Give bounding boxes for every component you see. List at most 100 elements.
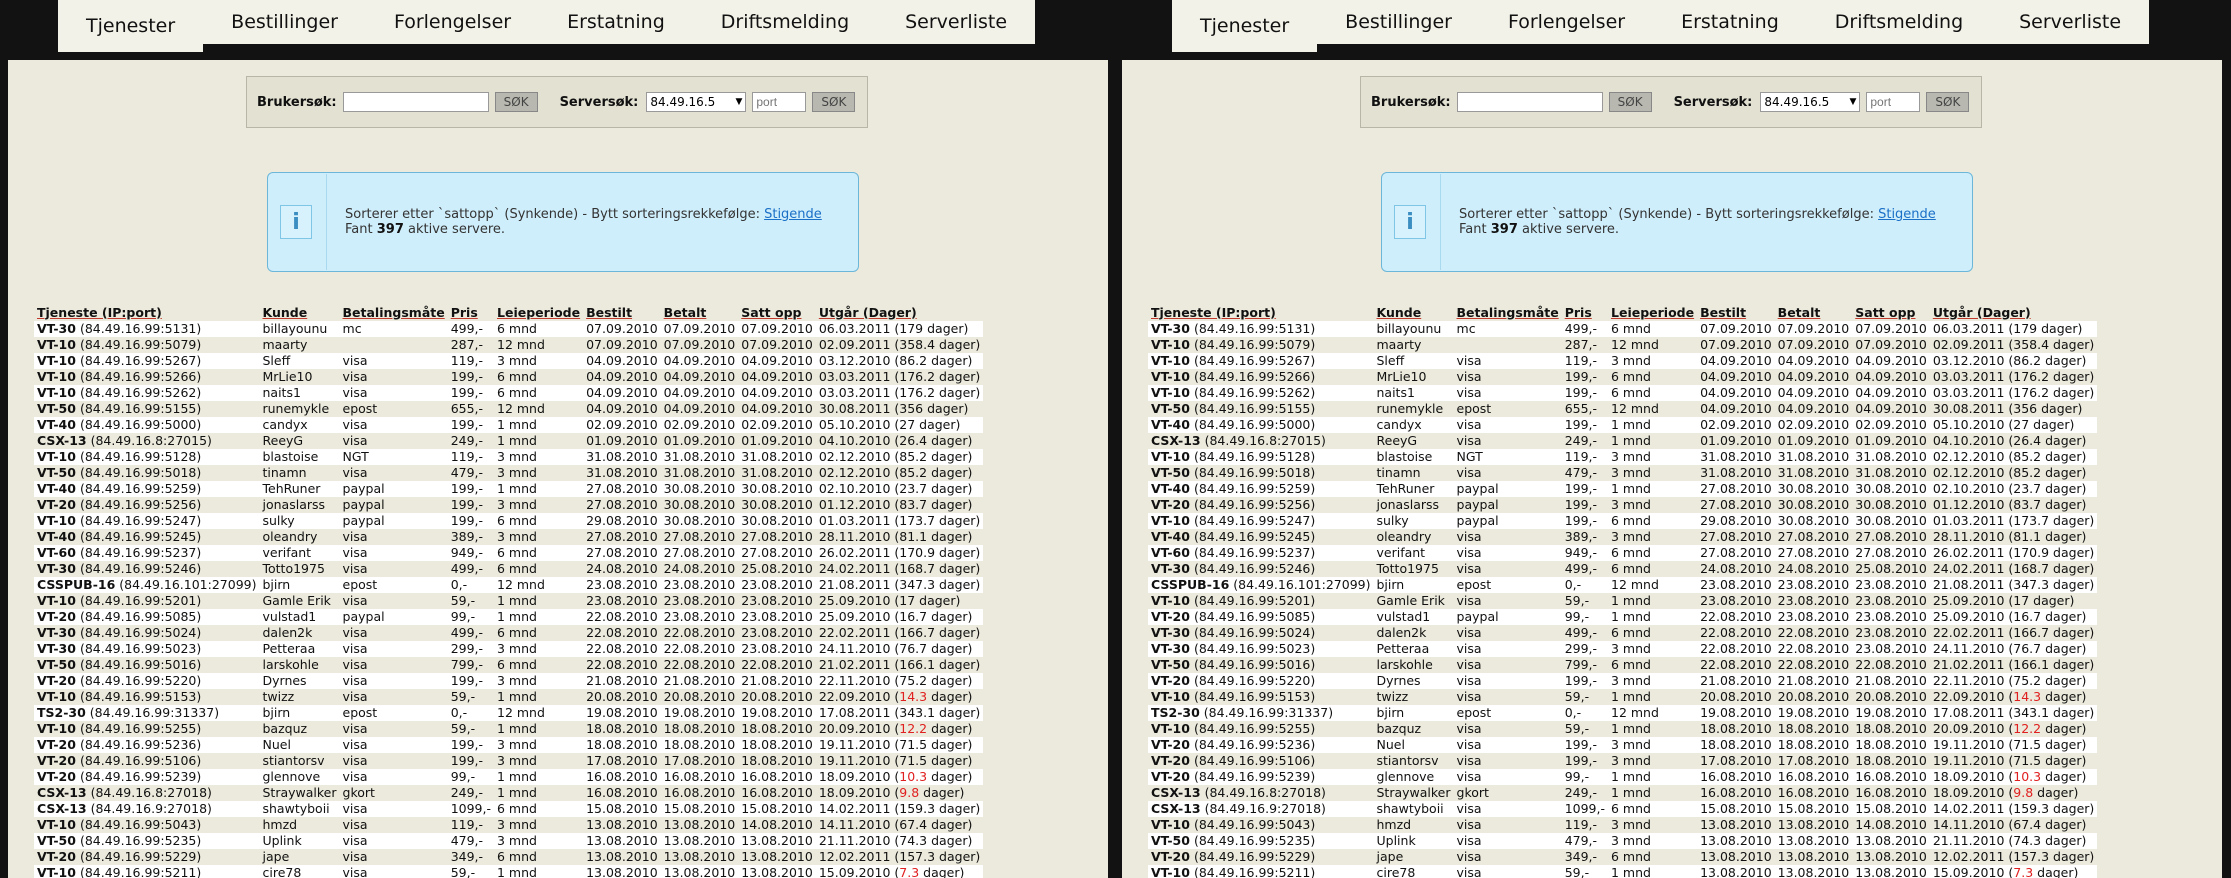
service-name[interactable]: VT-10 xyxy=(37,817,76,832)
customer-cell[interactable]: candyx xyxy=(259,417,340,433)
service-name[interactable]: CSSPUB-16 xyxy=(37,577,115,592)
customer-cell[interactable]: cire78 xyxy=(259,865,340,878)
customer-cell[interactable]: bazquz xyxy=(1373,721,1454,737)
tab-driftsmelding[interactable]: Driftsmelding xyxy=(1806,0,1992,44)
customer-cell[interactable]: sulky xyxy=(259,513,340,529)
server-select[interactable]: 84.49.16.5 ▼ xyxy=(646,92,747,112)
column-header[interactable]: Bestilt xyxy=(583,303,661,321)
service-name[interactable]: VT-50 xyxy=(1151,833,1190,848)
customer-cell[interactable]: hmzd xyxy=(259,817,340,833)
column-header[interactable]: Betalt xyxy=(661,303,739,321)
customer-cell[interactable]: Totto1975 xyxy=(259,561,340,577)
service-name[interactable]: CSX-13 xyxy=(37,433,87,448)
customer-cell[interactable]: Uplink xyxy=(259,833,340,849)
customer-cell[interactable]: bjirn xyxy=(259,577,340,593)
service-name[interactable]: VT-30 xyxy=(1151,625,1190,640)
service-name[interactable]: VT-20 xyxy=(1151,673,1190,688)
service-name[interactable]: VT-10 xyxy=(1151,721,1190,736)
customer-cell[interactable]: stiantorsv xyxy=(1373,753,1454,769)
service-name[interactable]: VT-10 xyxy=(1151,593,1190,608)
port-input[interactable] xyxy=(752,92,807,112)
service-name[interactable]: VT-10 xyxy=(37,513,76,528)
tab-erstatning[interactable]: Erstatning xyxy=(1653,0,1807,44)
service-name[interactable]: VT-50 xyxy=(37,401,76,416)
tab-erstatning[interactable]: Erstatning xyxy=(539,0,693,44)
customer-cell[interactable]: oleandry xyxy=(1373,529,1454,545)
column-header[interactable]: Pris xyxy=(1562,303,1608,321)
customer-cell[interactable]: larskohle xyxy=(1373,657,1454,673)
service-name[interactable]: CSX-13 xyxy=(1151,785,1201,800)
service-name[interactable]: VT-40 xyxy=(1151,417,1190,432)
customer-cell[interactable]: twizz xyxy=(259,689,340,705)
customer-cell[interactable]: runemykle xyxy=(259,401,340,417)
server-search-button[interactable]: SØK xyxy=(1926,92,1970,112)
customer-cell[interactable]: Petteraa xyxy=(259,641,340,657)
column-header[interactable]: Kunde xyxy=(260,303,340,321)
service-name[interactable]: VT-20 xyxy=(37,849,76,864)
column-header[interactable]: Betalingsmåte xyxy=(340,303,448,321)
service-name[interactable]: VT-20 xyxy=(37,497,76,512)
customer-cell[interactable]: verifant xyxy=(259,545,340,561)
customer-cell[interactable]: maarty xyxy=(259,337,340,353)
tab-tjenester[interactable]: Tjenester xyxy=(1172,0,1318,52)
service-name[interactable]: VT-20 xyxy=(1151,497,1190,512)
customer-cell[interactable]: billayounu xyxy=(259,321,340,337)
service-name[interactable]: VT-20 xyxy=(37,753,76,768)
service-name[interactable]: VT-10 xyxy=(37,593,76,608)
service-name[interactable]: VT-10 xyxy=(1151,513,1190,528)
user-search-input[interactable] xyxy=(342,92,489,112)
tab-bestillinger[interactable]: Bestillinger xyxy=(1317,0,1480,44)
service-name[interactable]: CSX-13 xyxy=(1151,433,1201,448)
tab-driftsmelding[interactable]: Driftsmelding xyxy=(692,0,878,44)
customer-cell[interactable]: maarty xyxy=(1373,337,1454,353)
customer-cell[interactable]: bazquz xyxy=(259,721,340,737)
service-name[interactable]: VT-50 xyxy=(1151,465,1190,480)
customer-cell[interactable]: Sleff xyxy=(1373,353,1454,369)
sort-link[interactable]: Stigende xyxy=(1878,207,1936,222)
tab-forlengelser[interactable]: Forlengelser xyxy=(1479,0,1654,44)
customer-cell[interactable]: Uplink xyxy=(1373,833,1454,849)
customer-cell[interactable]: glennove xyxy=(1373,769,1454,785)
service-name[interactable]: VT-30 xyxy=(37,321,76,336)
service-name[interactable]: VT-10 xyxy=(37,689,76,704)
customer-cell[interactable]: vulstad1 xyxy=(259,609,340,625)
service-name[interactable]: VT-10 xyxy=(37,385,76,400)
tab-forlengelser[interactable]: Forlengelser xyxy=(365,0,540,44)
customer-cell[interactable]: candyx xyxy=(1373,417,1454,433)
service-name[interactable]: VT-20 xyxy=(1151,769,1190,784)
service-name[interactable]: VT-30 xyxy=(37,625,76,640)
user-search-button[interactable]: SØK xyxy=(494,92,538,112)
service-name[interactable]: VT-20 xyxy=(37,769,76,784)
service-name[interactable]: VT-30 xyxy=(37,561,76,576)
server-search-button[interactable]: SØK xyxy=(812,92,856,112)
service-name[interactable]: TS2-30 xyxy=(1151,705,1200,720)
service-name[interactable]: VT-50 xyxy=(37,833,76,848)
service-name[interactable]: CSX-13 xyxy=(37,785,87,800)
service-name[interactable]: VT-60 xyxy=(37,545,76,560)
customer-cell[interactable]: Gamle Erik xyxy=(259,593,340,609)
service-name[interactable]: VT-10 xyxy=(37,449,76,464)
customer-cell[interactable]: blastoise xyxy=(259,449,340,465)
customer-cell[interactable]: shawtyboii xyxy=(259,801,340,817)
service-name[interactable]: CSX-13 xyxy=(1151,801,1201,816)
customer-cell[interactable]: bjirn xyxy=(1373,705,1454,721)
tab-serverliste[interactable]: Serverliste xyxy=(1991,0,2150,44)
user-search-button[interactable]: SØK xyxy=(1608,92,1652,112)
customer-cell[interactable]: stiantorsv xyxy=(259,753,340,769)
customer-cell[interactable]: ReeyG xyxy=(259,433,340,449)
customer-cell[interactable]: jape xyxy=(1373,849,1454,865)
customer-cell[interactable]: Straywalker xyxy=(1373,785,1454,801)
service-name[interactable]: VT-40 xyxy=(37,417,76,432)
service-name[interactable]: VT-60 xyxy=(1151,545,1190,560)
customer-cell[interactable]: Gamle Erik xyxy=(1373,593,1454,609)
customer-cell[interactable]: runemykle xyxy=(1373,401,1454,417)
customer-cell[interactable]: MrLie10 xyxy=(259,369,340,385)
service-name[interactable]: VT-10 xyxy=(37,369,76,384)
customer-cell[interactable]: hmzd xyxy=(1373,817,1454,833)
customer-cell[interactable]: sulky xyxy=(1373,513,1454,529)
column-header[interactable]: Bestilt xyxy=(1697,303,1775,321)
customer-cell[interactable]: vulstad1 xyxy=(1373,609,1454,625)
service-name[interactable]: VT-50 xyxy=(37,465,76,480)
customer-cell[interactable]: verifant xyxy=(1373,545,1454,561)
tab-tjenester[interactable]: Tjenester xyxy=(58,0,204,52)
